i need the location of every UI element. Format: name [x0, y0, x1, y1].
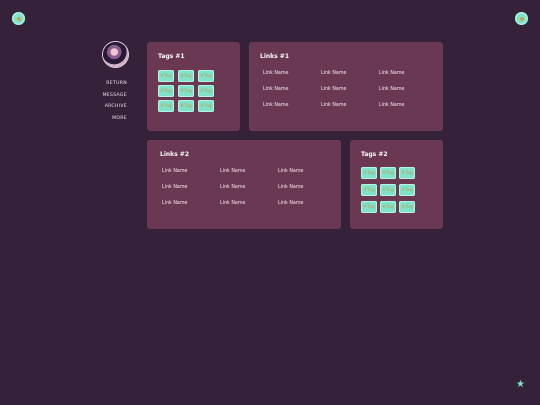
tag[interactable]: #Tag: [158, 100, 174, 112]
links-card-2: Links #2 Link Name Link Name Link Name L…: [147, 140, 341, 229]
link[interactable]: Link Name: [321, 102, 379, 109]
nav-item-message[interactable]: MESSAGE: [84, 90, 127, 102]
tag[interactable]: #Tag: [178, 85, 194, 97]
settings-toggle-button[interactable]: [515, 12, 528, 25]
star-icon[interactable]: ★: [516, 380, 525, 390]
link[interactable]: Link Name: [379, 70, 437, 77]
tag[interactable]: #Tag: [399, 184, 415, 196]
tag[interactable]: #Tag: [198, 70, 214, 82]
link[interactable]: Link Name: [263, 70, 321, 77]
link[interactable]: Link Name: [321, 70, 379, 77]
link[interactable]: Link Name: [379, 102, 437, 109]
sidebar-nav: RETURN MESSAGE ARCHIVE MORE: [84, 78, 127, 124]
link[interactable]: Link Name: [220, 200, 278, 207]
tag[interactable]: #Tag: [158, 70, 174, 82]
tag[interactable]: #Tag: [361, 201, 377, 213]
tag[interactable]: #Tag: [380, 201, 396, 213]
tag[interactable]: #Tag: [158, 85, 174, 97]
nav-item-return[interactable]: RETURN: [84, 78, 127, 90]
tag[interactable]: #Tag: [361, 184, 377, 196]
link[interactable]: Link Name: [278, 184, 336, 191]
tags-card-1: Tags #1 #Tag #Tag #Tag #Tag #Tag #Tag #T…: [147, 42, 240, 131]
nav-item-more[interactable]: MORE: [84, 113, 127, 125]
tag[interactable]: #Tag: [399, 201, 415, 213]
tag[interactable]: #Tag: [198, 85, 214, 97]
link[interactable]: Link Name: [220, 184, 278, 191]
links-card-1: Links #1 Link Name Link Name Link Name L…: [249, 42, 443, 131]
tag[interactable]: #Tag: [380, 167, 396, 179]
link[interactable]: Link Name: [162, 168, 220, 175]
tag[interactable]: #Tag: [361, 167, 377, 179]
tag[interactable]: #Tag: [178, 100, 194, 112]
menu-toggle-button[interactable]: [12, 12, 25, 25]
dot-icon: [519, 16, 524, 21]
tag[interactable]: #Tag: [399, 167, 415, 179]
link[interactable]: Link Name: [379, 86, 437, 93]
dot-icon: [16, 16, 21, 21]
link[interactable]: Link Name: [220, 168, 278, 175]
tag[interactable]: #Tag: [380, 184, 396, 196]
links-card-2-title: Links #2: [160, 151, 190, 158]
link[interactable]: Link Name: [162, 184, 220, 191]
nav-item-archive[interactable]: ARCHIVE: [84, 101, 127, 113]
link[interactable]: Link Name: [278, 168, 336, 175]
links-card-1-title: Links #1: [260, 53, 290, 60]
link[interactable]: Link Name: [263, 102, 321, 109]
link[interactable]: Link Name: [278, 200, 336, 207]
tags-card-2: Tags #2 #Tag #Tag #Tag #Tag #Tag #Tag #T…: [350, 140, 443, 229]
link[interactable]: Link Name: [263, 86, 321, 93]
tags-card-1-title: Tags #1: [158, 53, 185, 60]
link[interactable]: Link Name: [162, 200, 220, 207]
link[interactable]: Link Name: [321, 86, 379, 93]
avatar: [103, 42, 128, 67]
tag[interactable]: #Tag: [178, 70, 194, 82]
tags-card-2-title: Tags #2: [361, 151, 388, 158]
tag[interactable]: #Tag: [198, 100, 214, 112]
